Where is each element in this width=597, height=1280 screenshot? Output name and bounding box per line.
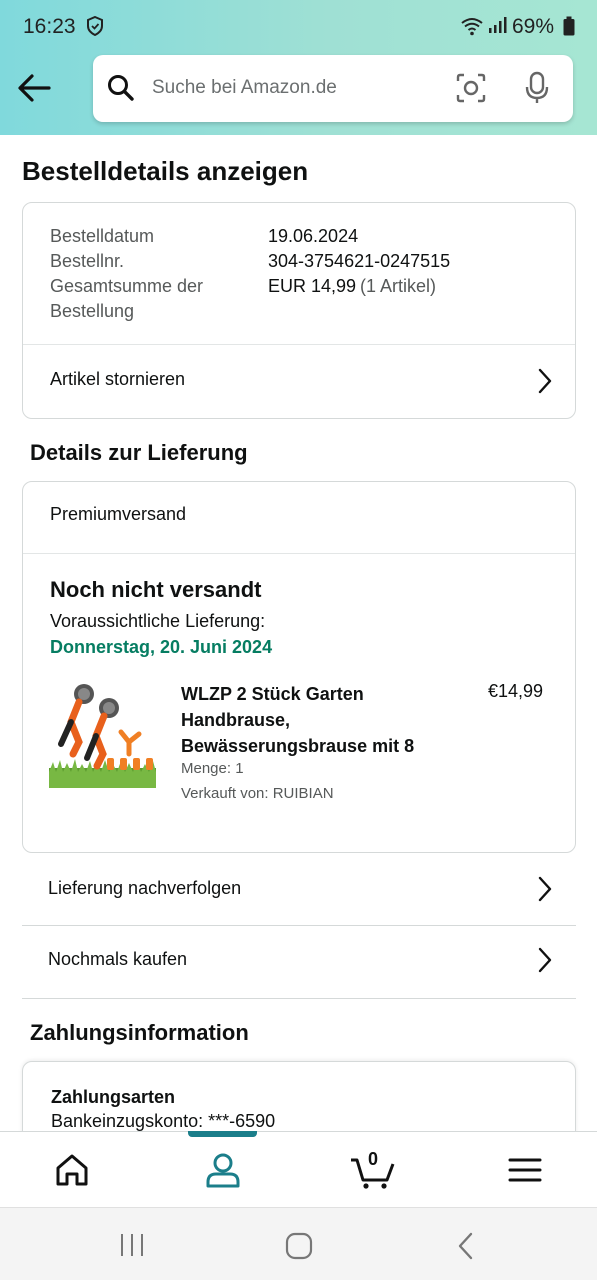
track-delivery-row[interactable]: Lieferung nachverfolgen bbox=[22, 854, 576, 926]
eta-date: Donnerstag, 20. Juni 2024 bbox=[50, 637, 273, 657]
payment-methods-title: Zahlungsarten bbox=[51, 1087, 176, 1107]
order-number-label: Bestellnr. bbox=[50, 251, 125, 271]
product-quantity: Menge: 1 bbox=[181, 760, 244, 777]
back-button-icon[interactable] bbox=[456, 1232, 476, 1260]
battery-percentage: 69% bbox=[512, 15, 555, 38]
shipment-status: Noch nicht versandt bbox=[50, 577, 262, 602]
delivery-section-title: Details zur Lieferung bbox=[30, 440, 248, 465]
payment-method-line: Bankeinzugskonto: ***-6590 bbox=[51, 1111, 276, 1131]
chevron-right-icon bbox=[538, 368, 552, 394]
divider bbox=[23, 553, 575, 554]
battery-icon bbox=[563, 16, 575, 36]
chevron-right-icon bbox=[538, 876, 552, 902]
camera-search-icon[interactable] bbox=[455, 72, 487, 104]
delivery-card: Premiumversand Noch nicht versandt Vorau… bbox=[22, 481, 576, 853]
order-total-value: EUR 14,99 bbox=[268, 276, 357, 296]
eta-label: Voraussichtliche Lieferung: bbox=[50, 611, 266, 631]
active-tab-indicator bbox=[188, 1131, 257, 1137]
account-icon[interactable] bbox=[203, 1150, 243, 1190]
status-bar: 16:23 69% bbox=[0, 0, 597, 52]
order-total-label: Gesamtsumme der bbox=[50, 276, 204, 296]
bottom-tab-bar bbox=[0, 1131, 597, 1207]
product-seller: Verkauft von: RUIBIAN bbox=[181, 785, 334, 802]
search-input[interactable]: Suche bei Amazon.de bbox=[152, 77, 337, 99]
payment-section-title: Zahlungsinformation bbox=[30, 1020, 249, 1045]
track-delivery-label: Lieferung nachverfolgen bbox=[48, 878, 242, 898]
wifi-icon bbox=[461, 18, 483, 36]
menu-icon[interactable] bbox=[505, 1150, 545, 1190]
order-date-label: Bestelldatum bbox=[50, 226, 155, 246]
chevron-right-icon bbox=[538, 947, 552, 973]
product-price: €14,99 bbox=[488, 681, 544, 701]
buy-again-label: Nochmals kaufen bbox=[48, 949, 188, 969]
search-bar[interactable]: Suche bei Amazon.de bbox=[93, 55, 573, 122]
microphone-icon[interactable] bbox=[525, 71, 549, 105]
cancel-items-row[interactable]: Artikel stornieren bbox=[23, 345, 575, 418]
search-icon bbox=[108, 75, 134, 101]
signal-icon bbox=[489, 17, 507, 33]
header-bar: 16:23 69% Suche bei Amazon.de bbox=[0, 0, 597, 135]
home-icon[interactable] bbox=[52, 1150, 92, 1190]
system-navigation-bar bbox=[0, 1207, 597, 1280]
product-image[interactable] bbox=[49, 682, 156, 788]
shield-icon bbox=[87, 16, 103, 36]
status-time: 16:23 bbox=[23, 15, 76, 38]
order-summary-card: Bestelldatum 19.06.2024 Bestellnr. 304-3… bbox=[22, 202, 576, 419]
buy-again-row[interactable]: Nochmals kaufen bbox=[22, 927, 576, 999]
shipping-method: Premiumversand bbox=[50, 504, 187, 524]
recent-apps-icon[interactable] bbox=[119, 1232, 145, 1258]
order-number-value: 304-3754621-0247515 bbox=[268, 251, 451, 271]
order-date-value: 19.06.2024 bbox=[268, 226, 359, 246]
cart-count-badge: 0 bbox=[368, 1149, 379, 1169]
product-title[interactable]: WLZP 2 Stück Garten Handbrause, Bewässer… bbox=[181, 681, 441, 759]
cancel-items-label: Artikel stornieren bbox=[50, 369, 186, 389]
order-item-count: (1 Artikel) bbox=[360, 276, 437, 296]
home-button-icon[interactable] bbox=[285, 1232, 313, 1260]
order-total-label-cont: Bestellung bbox=[50, 301, 135, 321]
back-arrow-icon[interactable] bbox=[16, 72, 52, 104]
page-title: Bestelldetails anzeigen bbox=[22, 156, 309, 186]
